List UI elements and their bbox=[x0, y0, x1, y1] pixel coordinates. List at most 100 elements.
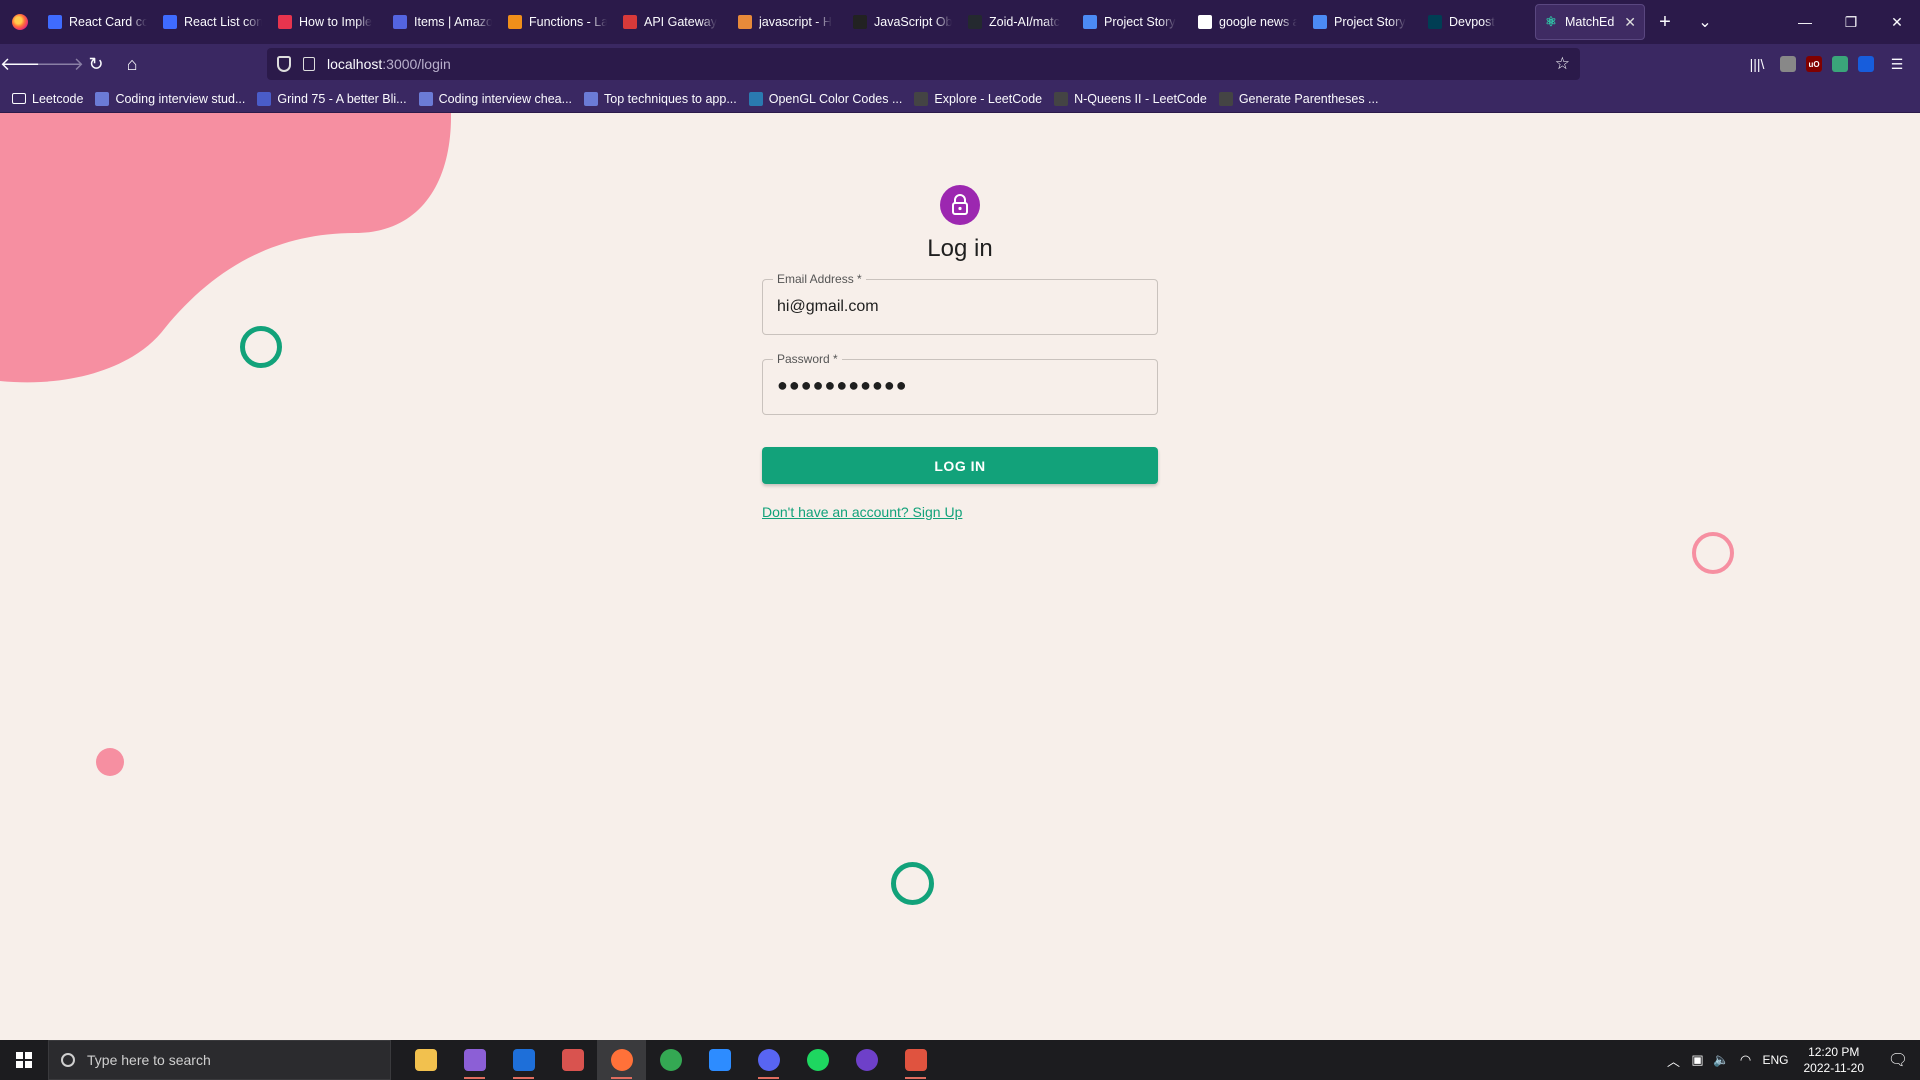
bookmark-item[interactable]: Top techniques to app... bbox=[584, 91, 737, 106]
taskbar-app[interactable] bbox=[793, 1040, 842, 1080]
page-title: Log in bbox=[927, 235, 993, 262]
zoom-icon bbox=[708, 1049, 731, 1071]
password-value[interactable]: ●●●●●●●●●●● bbox=[777, 375, 908, 396]
display-icon[interactable]: ▣ bbox=[1686, 1052, 1710, 1068]
wordpress-icon bbox=[748, 91, 763, 106]
taskbar-app[interactable] bbox=[646, 1040, 695, 1080]
language-indicator[interactable]: ENG bbox=[1758, 1053, 1794, 1067]
tracking-protection-icon[interactable] bbox=[277, 56, 291, 72]
decorative-pink-ring bbox=[1692, 532, 1734, 574]
bookmark-item[interactable]: Generate Parentheses ... bbox=[1218, 91, 1378, 106]
tab[interactable]: Functions - La bbox=[500, 4, 615, 40]
clock[interactable]: 12:20 PM 2022-11-20 bbox=[1804, 1044, 1865, 1076]
bookmark-item[interactable]: Leetcode bbox=[12, 92, 83, 106]
aws-lambda-icon bbox=[508, 15, 522, 29]
bookmark-item[interactable]: Explore - LeetCode bbox=[914, 91, 1042, 106]
windows-logo-icon bbox=[16, 1052, 32, 1068]
leetcode-icon bbox=[1054, 91, 1069, 106]
navigation-toolbar: 🡐 🡒 ↻ ⌂ localhost:3000/login ☆ |||\ uO ☰ bbox=[0, 44, 1920, 85]
page-info-icon[interactable] bbox=[303, 57, 315, 71]
windows-taskbar: Type here to search ︿ ▣ 🔈 ◠ ENG 12:20 PM… bbox=[0, 1040, 1920, 1080]
tab[interactable]: React List con bbox=[155, 4, 270, 40]
bookmark-item[interactable]: OpenGL Color Codes ... bbox=[748, 91, 902, 106]
email-value[interactable]: hi@gmail.com bbox=[777, 298, 879, 316]
tab[interactable]: JavaScript Ob bbox=[845, 4, 960, 40]
wifi-icon[interactable]: ◠ bbox=[1734, 1052, 1758, 1068]
tab-title: Project Story bbox=[1104, 15, 1176, 29]
firefox-menu-icon[interactable] bbox=[0, 0, 40, 44]
tab[interactable]: How to Imple bbox=[270, 4, 385, 40]
decorative-pink-dot bbox=[96, 748, 124, 776]
react-docs-icon bbox=[48, 15, 62, 29]
tab[interactable]: Items | Amazo bbox=[385, 4, 500, 40]
stackoverflow-icon bbox=[738, 15, 752, 29]
shield-extension-icon[interactable] bbox=[1832, 56, 1848, 72]
chrome-icon bbox=[659, 1049, 682, 1071]
tab-active[interactable]: ⚛ MatchEd ✕ bbox=[1535, 4, 1645, 40]
bookmark-item[interactable]: Coding interview chea... bbox=[418, 91, 572, 106]
tab[interactable]: Devpost bbox=[1420, 4, 1535, 40]
email-field[interactable]: Email Address * hi@gmail.com bbox=[762, 272, 1158, 335]
extension-icon[interactable] bbox=[1780, 56, 1796, 72]
ublock-origin-icon[interactable]: uO bbox=[1806, 56, 1822, 72]
grind75-icon bbox=[257, 91, 272, 106]
minimize-button[interactable]: — bbox=[1782, 0, 1828, 44]
library-icon[interactable]: |||\ bbox=[1744, 50, 1770, 78]
google-icon bbox=[1198, 15, 1212, 29]
close-tab-icon[interactable]: ✕ bbox=[1624, 14, 1636, 31]
email-label: Email Address * bbox=[773, 272, 866, 286]
app-menu-icon[interactable]: ☰ bbox=[1884, 50, 1910, 78]
taskbar-app[interactable] bbox=[891, 1040, 940, 1080]
show-hidden-icons-icon[interactable]: ︿ bbox=[1662, 1051, 1686, 1070]
taskbar-app[interactable] bbox=[450, 1040, 499, 1080]
tab[interactable]: API Gateway bbox=[615, 4, 730, 40]
home-button[interactable]: ⌂ bbox=[114, 49, 150, 81]
tab[interactable]: google news a bbox=[1190, 4, 1305, 40]
taskbar-app[interactable] bbox=[695, 1040, 744, 1080]
volume-icon[interactable]: 🔈 bbox=[1710, 1052, 1734, 1068]
signup-link[interactable]: Don't have an account? Sign Up bbox=[762, 504, 962, 520]
tab[interactable]: Project Story bbox=[1305, 4, 1420, 40]
login-button[interactable]: LOG IN bbox=[762, 447, 1158, 484]
taskbar-app[interactable] bbox=[401, 1040, 450, 1080]
bookmark-item[interactable]: N-Queens II - LeetCode bbox=[1054, 91, 1207, 106]
password-field[interactable]: Password * ●●●●●●●●●●● bbox=[762, 352, 1158, 415]
tab-title: Project Story bbox=[1334, 15, 1406, 29]
login-form: Log in Email Address * hi@gmail.com Pass… bbox=[762, 185, 1158, 522]
tab[interactable]: Zoid-AI/matc bbox=[960, 4, 1075, 40]
bitwarden-icon[interactable] bbox=[1858, 56, 1874, 72]
url-bar[interactable]: localhost:3000/login ☆ bbox=[267, 48, 1580, 80]
clock-date: 2022-11-20 bbox=[1803, 1061, 1865, 1075]
github-desktop-icon bbox=[855, 1049, 878, 1071]
taskbar-app[interactable] bbox=[548, 1040, 597, 1080]
close-window-button[interactable]: ✕ bbox=[1874, 0, 1920, 44]
start-button[interactable] bbox=[0, 1040, 48, 1080]
notifications-icon[interactable]: 🗨 bbox=[1876, 1050, 1920, 1070]
tab[interactable]: React Card co bbox=[40, 4, 155, 40]
tab[interactable]: javascript - H bbox=[730, 4, 845, 40]
tab-title: How to Imple bbox=[299, 15, 372, 29]
taskbar-app[interactable] bbox=[597, 1040, 646, 1080]
list-all-tabs-button[interactable]: ⌄ bbox=[1685, 0, 1725, 44]
leetcode-icon bbox=[914, 91, 929, 106]
taskbar-app[interactable] bbox=[744, 1040, 793, 1080]
youtube-icon bbox=[278, 15, 292, 29]
tab-title: Functions - La bbox=[529, 15, 607, 29]
restore-button[interactable]: ❐ bbox=[1828, 0, 1874, 44]
password-label: Password * bbox=[773, 352, 842, 366]
aws-api-gateway-icon bbox=[623, 15, 637, 29]
taskbar-app[interactable] bbox=[499, 1040, 548, 1080]
decorative-green-ring bbox=[891, 862, 934, 905]
bookmark-item[interactable]: Grind 75 - A better Bli... bbox=[257, 91, 407, 106]
reload-button[interactable]: ↻ bbox=[78, 49, 114, 81]
forward-button[interactable]: 🡒 bbox=[36, 49, 84, 81]
new-tab-button[interactable]: + bbox=[1645, 0, 1685, 44]
taskbar-search-box[interactable]: Type here to search bbox=[48, 1040, 391, 1080]
taskbar-app[interactable] bbox=[842, 1040, 891, 1080]
url-path: :3000/login bbox=[382, 56, 451, 72]
bookmark-star-icon[interactable]: ☆ bbox=[1555, 54, 1570, 74]
github-icon bbox=[968, 15, 982, 29]
bookmark-item[interactable]: Coding interview stud... bbox=[95, 91, 245, 106]
bookmark-label: N-Queens II - LeetCode bbox=[1074, 91, 1207, 106]
tab[interactable]: Project Story bbox=[1075, 4, 1190, 40]
